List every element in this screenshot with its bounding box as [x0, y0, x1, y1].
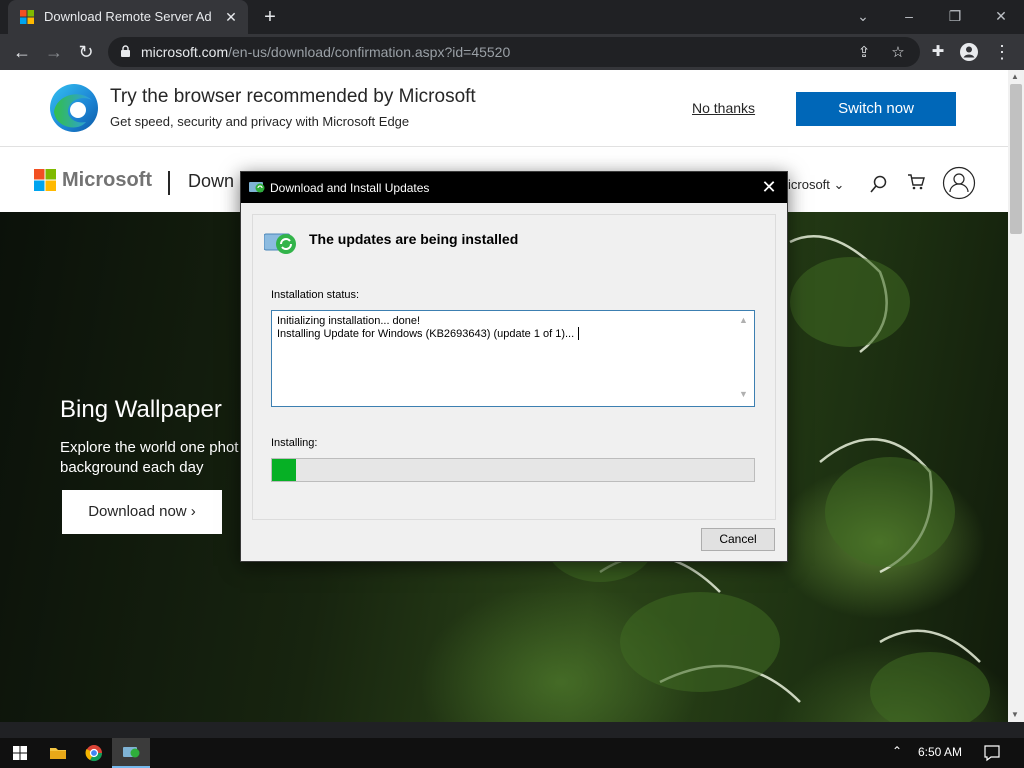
cancel-button[interactable]: Cancel: [701, 528, 775, 551]
cart-icon[interactable]: [907, 173, 925, 191]
updates-installing-icon: [264, 229, 300, 255]
search-icon[interactable]: [870, 175, 888, 193]
header-divider: [168, 171, 170, 195]
extensions-icon[interactable]: ✚: [926, 40, 950, 64]
taskbar-clock[interactable]: 6:50 AM: [918, 745, 962, 759]
all-microsoft-menu[interactable]: icrosoft ⌄: [788, 177, 844, 193]
new-tab-icon[interactable]: +: [258, 5, 282, 29]
scroll-thumb[interactable]: [1010, 84, 1022, 234]
reload-icon[interactable]: ↻: [74, 40, 98, 64]
status-line: Installing Update for Windows (KB2693643…: [277, 328, 575, 340]
installation-status-label: Installation status:: [271, 289, 360, 301]
banner-subtitle: Get speed, security and privacy with Mic…: [110, 114, 410, 129]
switch-now-button[interactable]: Switch now: [796, 92, 956, 126]
back-icon[interactable]: ←: [10, 40, 34, 64]
text-caret: [578, 327, 579, 340]
windows-taskbar: ⌃ 6:50 AM: [0, 738, 1024, 768]
tab-title: Download Remote Server Administration To…: [44, 9, 212, 24]
edge-promo-banner: Try the browser recommended by Microsoft…: [0, 70, 1008, 147]
dialog-title: Download and Install Updates: [270, 181, 430, 195]
installation-status-textbox[interactable]: Initializing installation... done! Insta…: [271, 310, 755, 407]
update-installer-icon: [249, 180, 265, 194]
microsoft-logo-icon[interactable]: [34, 169, 56, 191]
download-now-button[interactable]: Download now ›: [62, 490, 222, 534]
hero-description: Explore the world one phot background ea…: [60, 439, 239, 476]
share-icon[interactable]: ⇪: [854, 43, 874, 63]
window-close-icon[interactable]: ✕: [988, 5, 1014, 27]
dialog-content-panel: The updates are being installed Installa…: [252, 214, 776, 520]
page-scrollbar[interactable]: ▲ ▼: [1008, 70, 1024, 722]
taskbar-active-installer[interactable]: [112, 738, 150, 768]
progress-fill: [272, 459, 297, 481]
site-title[interactable]: Down: [188, 171, 234, 192]
install-progress-bar: [271, 458, 755, 482]
lock-icon[interactable]: [120, 45, 131, 58]
url-text[interactable]: microsoft.com/en-us/download/confirmatio…: [141, 44, 510, 60]
textbox-scroll-up-icon[interactable]: ▲: [739, 315, 748, 325]
url-path: /en-us/download/confirmation.aspx?id=455…: [228, 44, 511, 60]
profile-icon[interactable]: [957, 40, 981, 64]
forward-icon[interactable]: →: [42, 40, 66, 64]
address-bar[interactable]: microsoft.com/en-us/download/confirmatio…: [108, 37, 920, 67]
microsoft-logo-text[interactable]: Microsoft: [62, 169, 152, 192]
file-explorer-icon[interactable]: [40, 738, 76, 768]
minimize-icon[interactable]: –: [896, 5, 922, 27]
dialog-close-icon[interactable]: ✕: [759, 177, 779, 197]
microsoft-favicon-icon: [20, 10, 34, 24]
show-hidden-icons-chevron-icon[interactable]: ⌃: [892, 744, 902, 758]
dialog-titlebar[interactable]: Download and Install Updates ✕: [241, 172, 787, 203]
scroll-up-icon[interactable]: ▲: [1011, 72, 1019, 81]
restore-icon[interactable]: ❐: [942, 5, 968, 27]
install-updates-dialog: Download and Install Updates ✕ The updat…: [240, 171, 788, 562]
dialog-heading: The updates are being installed: [309, 231, 519, 247]
banner-title: Try the browser recommended by Microsoft: [110, 86, 476, 107]
installing-label: Installing:: [271, 437, 318, 449]
edge-logo-icon: [48, 82, 100, 134]
tab-close-icon[interactable]: ✕: [223, 9, 239, 25]
windows-start-icon[interactable]: [2, 738, 38, 768]
no-thanks-link[interactable]: No thanks: [692, 100, 755, 116]
url-host: microsoft.com: [141, 44, 229, 60]
bookmark-star-icon[interactable]: ☆: [888, 43, 908, 63]
browser-tab[interactable]: Download Remote Server Administration To…: [8, 0, 248, 34]
tab-search-chevron-icon[interactable]: ⌄: [850, 5, 876, 27]
textbox-scroll-down-icon[interactable]: ▼: [739, 389, 748, 399]
account-avatar-icon[interactable]: [942, 166, 976, 200]
status-line: Initializing installation... done!: [277, 315, 421, 327]
more-menu-icon[interactable]: ⋮: [990, 40, 1014, 64]
hero-title: Bing Wallpaper: [60, 396, 222, 423]
browser-toolbar: ← → ↻ microsoft.com/en-us/download/confi…: [0, 34, 1024, 70]
tab-strip: Download Remote Server Administration To…: [0, 0, 1024, 34]
scroll-down-icon[interactable]: ▼: [1011, 710, 1019, 719]
chrome-icon[interactable]: [76, 738, 112, 768]
notification-center-icon[interactable]: [983, 744, 1001, 762]
